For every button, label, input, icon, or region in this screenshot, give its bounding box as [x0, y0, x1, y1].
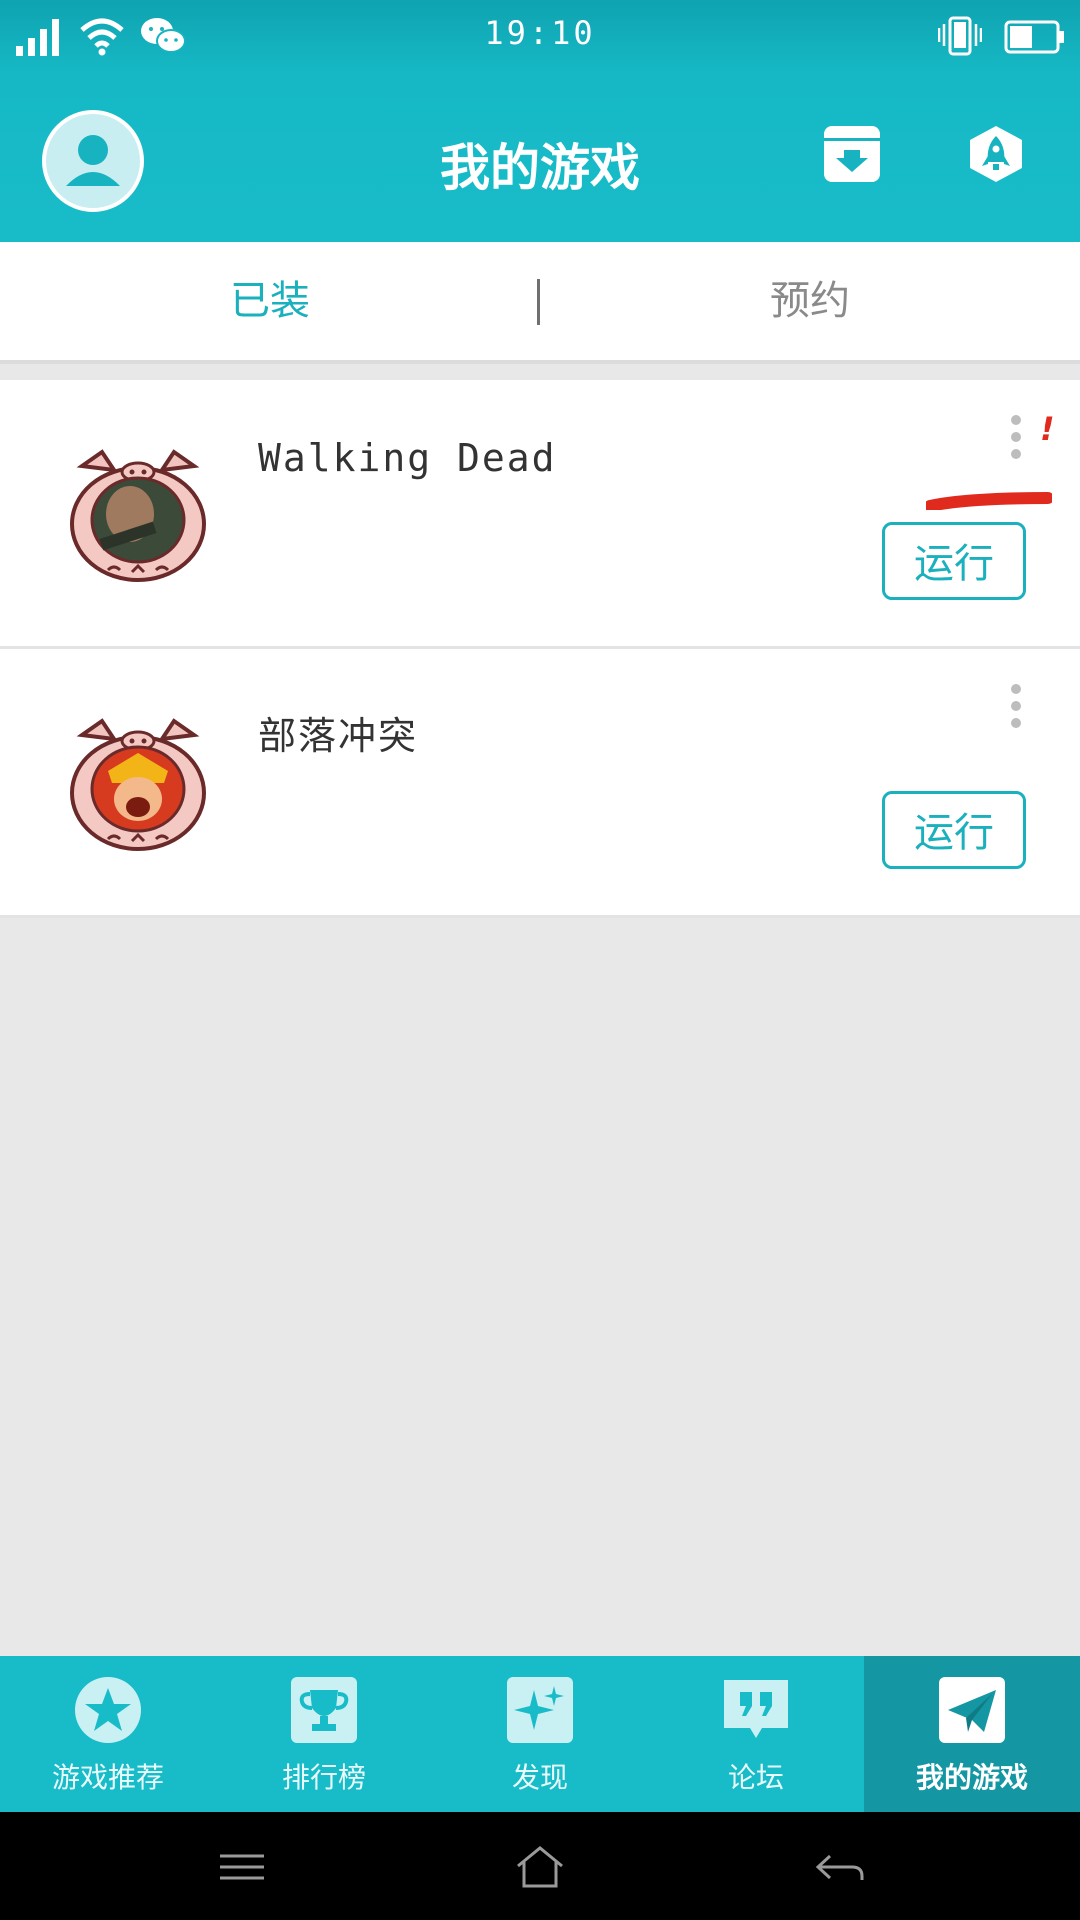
status-bar: 19:10: [0, 0, 1080, 72]
game-list: Walking Dead ! 运行 部落冲突 运行: [0, 380, 1080, 918]
paper-plane-icon: [939, 1677, 1005, 1743]
star-icon: [75, 1677, 141, 1743]
walking-dead-game-icon: [70, 449, 206, 582]
page-title: 我的游戏: [440, 139, 640, 197]
trophy-icon: [291, 1677, 357, 1743]
nav-label: 游戏推荐: [51, 1761, 164, 1794]
list-item[interactable]: 部落冲突 运行: [0, 649, 1080, 918]
nav-label: 我的游戏: [915, 1761, 1028, 1794]
nav-label: 发现: [511, 1761, 568, 1794]
user-icon: [66, 135, 120, 186]
more-options-icon[interactable]: [1004, 412, 1028, 462]
nav-item-forum[interactable]: 论坛: [648, 1656, 864, 1812]
bottom-navigation: 游戏推荐 排行榜 发现 论坛 我的游戏: [0, 1656, 1080, 1812]
game-name: 部落冲突: [258, 714, 419, 758]
game-name: Walking Dead: [258, 436, 557, 480]
annotation-red-stroke: [926, 492, 1052, 510]
rocket-icon[interactable]: [966, 124, 1026, 184]
more-options-icon[interactable]: [1004, 681, 1028, 731]
annotation-exclamation: !: [1040, 410, 1055, 448]
top-bar: 19:10 我的游戏: [0, 0, 1080, 242]
nav-item-my-games[interactable]: 我的游戏: [864, 1656, 1080, 1812]
clash-of-clans-game-icon: [70, 718, 206, 851]
system-navigation-bar: [0, 1812, 1080, 1920]
sparkle-icon: [507, 1677, 573, 1743]
nav-label: 排行榜: [281, 1761, 366, 1794]
nav-item-recommend[interactable]: 游戏推荐: [0, 1656, 216, 1812]
vibrate-icon: [938, 16, 982, 56]
battery-icon: [1004, 20, 1064, 54]
tab-reserved[interactable]: 预约: [540, 242, 1080, 360]
menu-icon[interactable]: [214, 1842, 270, 1892]
run-button[interactable]: 运行: [882, 791, 1026, 869]
run-button[interactable]: 运行: [882, 522, 1026, 600]
avatar[interactable]: [42, 110, 144, 212]
quote-icon: [724, 1680, 788, 1738]
download-icon[interactable]: [822, 124, 882, 184]
list-item[interactable]: Walking Dead ! 运行: [0, 380, 1080, 649]
tab-installed[interactable]: 已装: [0, 242, 540, 360]
nav-label: 论坛: [727, 1761, 784, 1794]
tab-bar: 已装 预约: [0, 242, 1080, 364]
nav-item-ranking[interactable]: 排行榜: [216, 1656, 432, 1812]
back-icon[interactable]: [812, 1842, 868, 1892]
app-header: 我的游戏: [0, 72, 1080, 242]
status-time: 19:10: [484, 14, 596, 52]
nav-item-discover[interactable]: 发现: [432, 1656, 648, 1812]
home-icon[interactable]: [512, 1842, 568, 1892]
